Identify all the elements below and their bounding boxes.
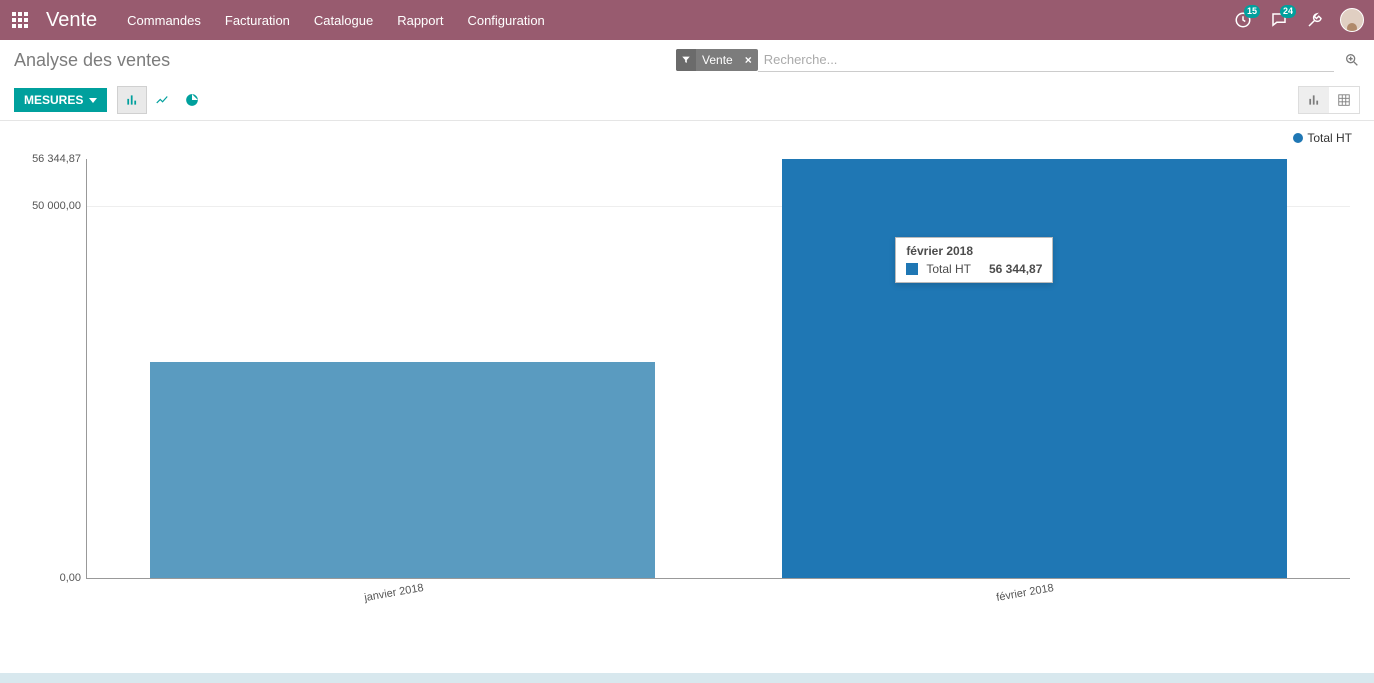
navbar-left: Vente Commandes Facturation Catalogue Ra… [0,0,557,40]
control-panel: Analyse des ventes Vente × MESURES [0,40,1374,121]
zoom-in-icon [1344,52,1360,68]
breadcrumb: Analyse des ventes [14,50,170,71]
navbar-right: 15 24 [1232,8,1364,32]
apps-launcher-button[interactable] [0,0,40,40]
y-tick-1: 50 000,00 [32,200,87,212]
graph-view-button[interactable] [1299,87,1329,113]
chart-tooltip: février 2018 Total HT 56 344,87 [895,237,1053,283]
filter-icon [676,49,696,71]
x-tick-1: février 2018 [995,582,1054,604]
y-tick-2: 56 344,87 [32,153,87,165]
module-title: Vente [46,9,97,32]
chart-plot: 0,00 50 000,00 56 344,87 février 2018 To… [86,159,1350,579]
user-avatar[interactable] [1340,8,1364,32]
bar-slot-jan [87,159,719,578]
chart-type-buttons [117,86,207,114]
chart-legend[interactable]: Total HT [1293,131,1352,145]
x-tick-0: janvier 2018 [363,582,424,604]
tooltip-swatch-icon [906,263,918,275]
pie-chart-button[interactable] [177,86,207,114]
facet-label: Vente [696,53,739,67]
debug-button[interactable] [1304,9,1326,31]
search-input[interactable] [758,48,1334,72]
discuss-badge: 24 [1280,5,1296,18]
facet-remove-button[interactable]: × [739,53,758,67]
menu-commandes[interactable]: Commandes [115,0,213,40]
apps-grid-icon [12,12,28,28]
messages-button[interactable]: 15 [1232,9,1254,31]
legend-dot-icon [1293,133,1303,143]
discuss-button[interactable]: 24 [1268,9,1290,31]
top-navbar: Vente Commandes Facturation Catalogue Ra… [0,0,1374,40]
line-chart-icon [155,93,169,107]
control-panel-bottom: MESURES [0,80,1374,120]
search-expand-button[interactable] [1344,52,1360,68]
measures-label: MESURES [24,93,83,107]
search-facet[interactable]: Vente × [676,49,758,71]
view-switcher [1298,86,1360,114]
line-chart-button[interactable] [147,86,177,114]
menu-rapport[interactable]: Rapport [385,0,455,40]
control-panel-top: Analyse des ventes Vente × [0,40,1374,80]
pivot-view-button[interactable] [1329,87,1359,113]
tooltip-row: Total HT 56 344,87 [906,262,1042,276]
bottom-accent-strip [0,673,1374,683]
x-axis-labels: janvier 2018 février 2018 [86,579,1350,629]
wrench-icon [1306,11,1324,29]
chart-container: Total HT 0,00 50 000,00 56 344,87 févrie… [0,121,1374,681]
table-icon [1337,93,1351,107]
menu-catalogue[interactable]: Catalogue [302,0,385,40]
caret-down-icon [89,98,97,103]
main-menu: Commandes Facturation Catalogue Rapport … [115,0,557,40]
pie-chart-icon [185,93,199,107]
measures-button[interactable]: MESURES [14,88,107,112]
legend-label: Total HT [1307,131,1352,145]
y-tick-0: 0,00 [60,572,87,584]
chart-bars [87,159,1350,578]
menu-configuration[interactable]: Configuration [455,0,556,40]
tooltip-title: février 2018 [906,244,1042,258]
bar-chart-icon [1307,93,1321,107]
bar-slot-fev [719,159,1351,578]
messages-badge: 15 [1244,5,1260,18]
bar-chart-icon [125,93,139,107]
bar-chart-button[interactable] [117,86,147,114]
tooltip-value: 56 344,87 [989,262,1042,276]
tooltip-series-label: Total HT [926,262,971,276]
bar-fevrier-2018[interactable] [782,159,1287,578]
search-area: Vente × [676,48,1360,72]
avatar-icon [1347,23,1357,32]
bar-janvier-2018[interactable] [150,362,655,578]
menu-facturation[interactable]: Facturation [213,0,302,40]
